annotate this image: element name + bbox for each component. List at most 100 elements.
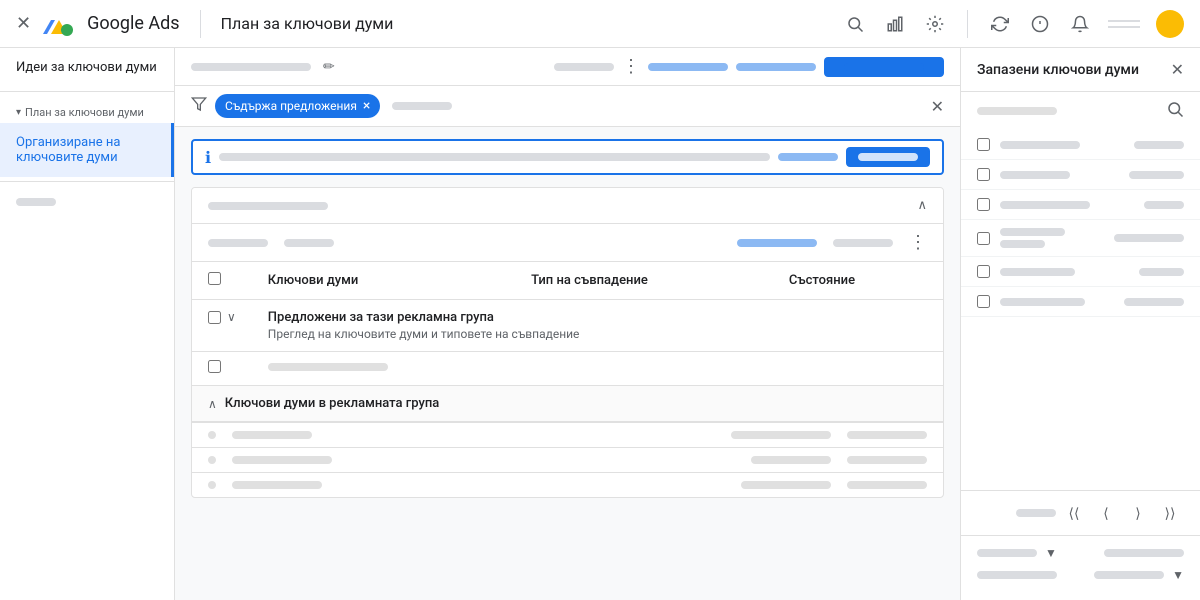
ph-match-cell	[515, 352, 773, 386]
google-ads-logo	[43, 8, 75, 40]
ph-bar7	[232, 481, 322, 489]
filter-extra-bar	[392, 102, 452, 110]
collapse-kw-icon[interactable]: ∧	[208, 397, 217, 411]
first-page-button[interactable]: ⟨⟨	[1060, 499, 1088, 527]
refresh-icon[interactable]	[988, 12, 1012, 36]
rp-search-icon[interactable]	[1166, 100, 1184, 122]
ph-bar4	[232, 456, 332, 464]
saved-kw-title: Запазени ключови думи	[977, 62, 1171, 78]
search-button[interactable]	[846, 147, 930, 167]
sidebar-item-organize[interactable]: Организиране на ключовите думи	[0, 123, 174, 177]
stat2	[284, 239, 334, 247]
filter-chip-close-icon[interactable]: ×	[363, 98, 370, 114]
top-action-bar: ✏ ⋮	[175, 48, 960, 86]
next-page-button[interactable]: ⟩	[1124, 499, 1152, 527]
page-title: План за ключови думи	[221, 14, 394, 33]
search-link[interactable]	[778, 153, 838, 161]
content-area: ✏ ⋮ Съдържа предложения × ✕	[175, 48, 960, 600]
action-link2[interactable]	[736, 63, 816, 71]
sidebar-section-plan: ▾ План за ключови думи	[0, 96, 174, 123]
sidebar-plan-label: План за ключови думи	[25, 106, 144, 119]
saved-kw-checkbox[interactable]	[977, 138, 990, 151]
saved-kw-bar2	[1124, 298, 1184, 306]
rpb-bar4	[1094, 571, 1164, 579]
rpb-bar2	[1104, 549, 1184, 557]
th-match-type: Тип на съвпадение	[515, 262, 773, 300]
saved-kw-item[interactable]	[961, 130, 1200, 160]
ph-bar3	[847, 431, 927, 439]
ad-group-kw-header: ∧ Ключови думи в рекламната група	[192, 386, 943, 422]
data-row	[192, 473, 943, 497]
ph-bar5	[751, 456, 831, 464]
ad-group-kw-header-cell: ∧ Ключови думи в рекламната група	[192, 386, 943, 423]
sidebar-item-organize-label: Организиране на ключовите думи	[16, 135, 155, 165]
stat-link1[interactable]	[737, 239, 817, 247]
rpb-bar1	[977, 549, 1037, 557]
saved-kw-checkbox[interactable]	[977, 295, 990, 308]
saved-kw-checkbox[interactable]	[977, 232, 990, 245]
saved-kw-item[interactable]	[961, 160, 1200, 190]
sidebar-item-keyword-ideas[interactable]: Идеи за ключови думи	[0, 48, 174, 87]
row-checkbox-cell: ∨	[192, 300, 252, 352]
filter-icon	[191, 96, 207, 116]
page-count-bar	[1016, 509, 1056, 517]
topbar-divider2	[967, 10, 968, 38]
stats-more-icon[interactable]: ⋮	[909, 232, 927, 253]
saved-kw-item[interactable]	[961, 257, 1200, 287]
filter-chip[interactable]: Съдържа предложения ×	[215, 94, 380, 118]
collapse-icon[interactable]: ∧	[917, 198, 927, 213]
saved-kw-checkbox[interactable]	[977, 198, 990, 211]
saved-kw-checkbox[interactable]	[977, 168, 990, 181]
chart-icon[interactable]	[883, 12, 907, 36]
suggested-row-main: Предложени за тази рекламна група	[268, 310, 927, 325]
suggested-row-sub: Преглед на ключовите думи и типовете на …	[268, 327, 927, 341]
saved-kw-bar2	[1114, 234, 1184, 242]
pagination: ⟨⟨ ⟨ ⟩ ⟩⟩	[961, 490, 1200, 535]
rpb-dropdown-icon[interactable]: ▼	[1045, 546, 1057, 560]
settings-icon[interactable]	[923, 12, 947, 36]
rpb-row1: ▼	[977, 546, 1184, 560]
user-avatar[interactable]	[1156, 10, 1184, 38]
th-keywords: Ключови думи	[252, 262, 515, 300]
table-row	[192, 352, 943, 386]
add-button[interactable]	[824, 57, 944, 77]
keyword-search-box[interactable]: ℹ	[191, 139, 944, 175]
saved-kw-item[interactable]	[961, 287, 1200, 317]
data-row	[192, 423, 943, 448]
menu-bars[interactable]	[1108, 20, 1140, 28]
data-row	[192, 448, 943, 473]
close-button[interactable]: ✕	[16, 13, 31, 34]
filter-close-icon[interactable]: ✕	[931, 97, 944, 116]
ph-bar9	[847, 481, 927, 489]
bell-icon[interactable]	[1068, 12, 1092, 36]
rpb-dropdown2-icon[interactable]: ▼	[1172, 568, 1184, 582]
action-link[interactable]	[648, 63, 728, 71]
action-bar-secondary	[554, 63, 614, 71]
saved-kw-checkbox[interactable]	[977, 265, 990, 278]
dot-icon3	[208, 481, 216, 489]
stat1	[208, 239, 268, 247]
more-options-icon[interactable]: ⋮	[622, 56, 640, 77]
search-input[interactable]	[219, 153, 770, 161]
saved-kw-list	[961, 130, 1200, 490]
right-panel-bottom: ▼ ▼	[961, 535, 1200, 600]
prev-page-button[interactable]: ⟨	[1092, 499, 1120, 527]
ph-checkbox-cell	[192, 352, 252, 386]
row-checkbox[interactable]	[208, 311, 221, 324]
saved-kw-item[interactable]	[961, 220, 1200, 257]
info-icon[interactable]	[1028, 12, 1052, 36]
expand-row-icon[interactable]: ∨	[227, 310, 236, 324]
edit-icon[interactable]: ✏	[323, 59, 335, 75]
table-header: Ключови думи Тип на съвпадение Състояние	[192, 262, 943, 300]
search-icon[interactable]	[843, 12, 867, 36]
saved-kw-item[interactable]	[961, 190, 1200, 220]
sidebar-item-label: Идеи за ключови думи	[16, 60, 157, 75]
select-all-checkbox[interactable]	[208, 272, 221, 285]
stat-link2[interactable]	[833, 239, 893, 247]
saved-kw-bar2	[1139, 268, 1184, 276]
right-panel-close-icon[interactable]: ✕	[1171, 60, 1184, 79]
row-checkbox2[interactable]	[208, 360, 221, 373]
filter-bar: Съдържа предложения × ✕	[175, 86, 960, 127]
last-page-button[interactable]: ⟩⟩	[1156, 499, 1184, 527]
expand-arrow-icon[interactable]: ▾	[16, 107, 21, 118]
